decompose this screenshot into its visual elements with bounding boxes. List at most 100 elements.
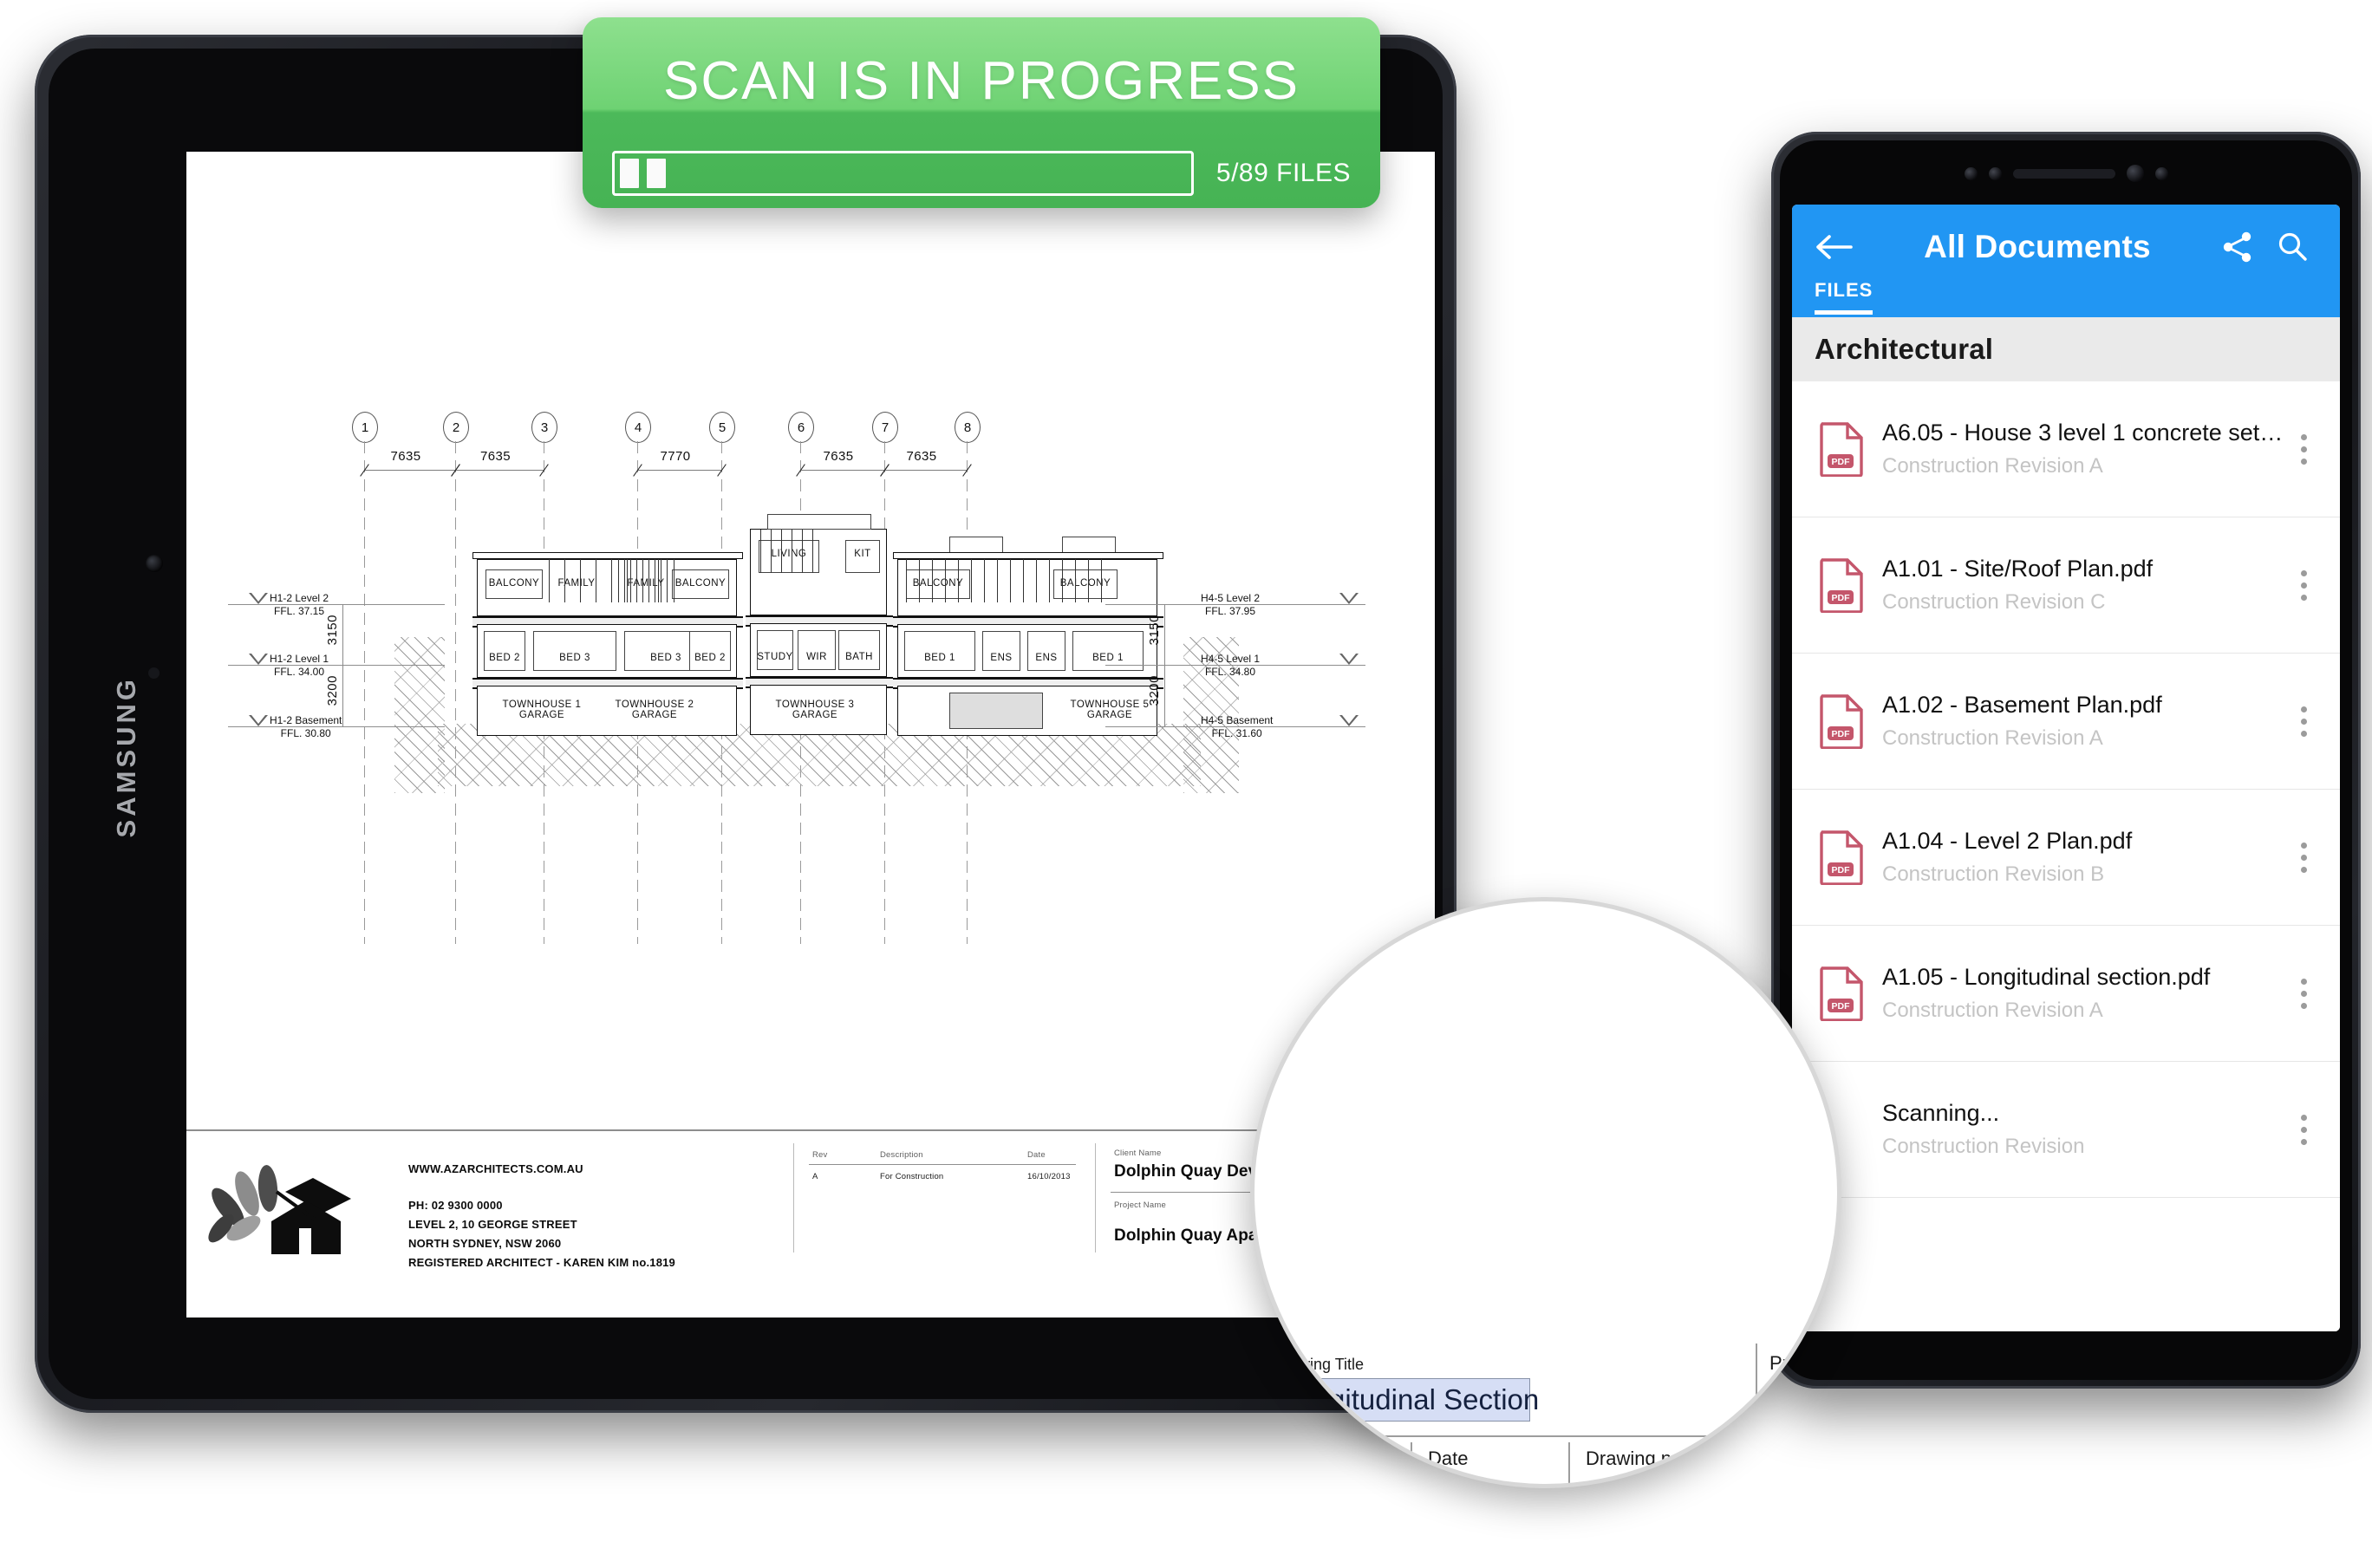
tab-bar: FILES — [1815, 279, 1873, 315]
mag-date-value[interactable]: 01/10/2019 — [1424, 1487, 1554, 1488]
dimension-line — [884, 470, 967, 471]
document-list[interactable]: PDF A6.05 - House 3 level 1 concrete seto… — [1792, 381, 2340, 1331]
progress-segment — [620, 159, 639, 188]
room-label: TOWNHOUSE 1 GARAGE — [502, 699, 582, 720]
ens-right — [1027, 631, 1065, 671]
room-label: BALCONY — [674, 578, 727, 589]
overflow-menu-icon[interactable] — [2286, 569, 2321, 601]
room-label: BED 2 — [694, 653, 726, 663]
vertical-dimension-line — [342, 604, 343, 665]
level-marker-icon — [1339, 593, 1359, 604]
document-list-item[interactable]: PDF A1.02 - Basement Plan.pdf Construction… — [1792, 654, 2340, 790]
drawing-title-block: WWW.AZARCHITECTS.COM.AU PH: 02 9300 0000… — [186, 1129, 1435, 1318]
phone-front-camera-icon — [2126, 165, 2144, 182]
architect-logo — [202, 1152, 384, 1256]
document-name: A1.01 - Site/Roof Plan.pdf — [1882, 555, 2154, 582]
window-mullion — [1075, 559, 1077, 602]
document-name: A1.02 - Basement Plan.pdf — [1882, 691, 2162, 718]
mag-drawing-title-label: Drawing Title — [1274, 1356, 1365, 1373]
mag-issue-value[interactable]: A — [1768, 1487, 1813, 1488]
app-bar-row: All Documents — [1792, 220, 2340, 274]
level-label: H1-2 Level 2 FFL. 37.15 — [270, 592, 329, 617]
study-room — [757, 630, 793, 670]
room-label: TOWNHOUSE 3 GARAGE — [775, 699, 855, 720]
document-list-item[interactable]: PDF A1.04 - Level 2 Plan.pdf Construction … — [1792, 790, 2340, 926]
level-datum-line — [228, 604, 445, 605]
grid-line — [364, 441, 365, 944]
level-label: H4-5 Basement FFL. 31.60 — [1201, 714, 1274, 739]
garage-door — [949, 693, 1043, 729]
document-text-block: A6.05 - House 3 level 1 concrete setout C… — [1882, 419, 2286, 480]
vertical-dimension-line — [1164, 665, 1165, 726]
window-mullion — [919, 559, 921, 602]
dimension-label: 7770 — [660, 449, 691, 464]
window-mullion — [760, 530, 762, 573]
room-label: BED 3 — [559, 653, 590, 663]
architect-registration: REGISTERED ARCHITECT - KAREN KIM no.1819 — [408, 1256, 675, 1269]
overflow-menu-icon[interactable] — [2286, 842, 2321, 873]
document-list-item[interactable]: PDF A1.05 - Longitudinal section.pdf Const… — [1792, 926, 2340, 1062]
architect-website: WWW.AZARCHITECTS.COM.AU — [408, 1162, 583, 1175]
mag-divider-date-drawingno — [1568, 1442, 1570, 1484]
window-mullion — [771, 530, 772, 573]
document-list-item[interactable]: PDF A6.05 - House 3 level 1 concrete seto… — [1792, 381, 2340, 517]
scan-progress-banner: SCAN IS IN PROGRESS 5/89 FILES — [583, 17, 1380, 208]
grid-bubble: 1 — [352, 412, 378, 443]
phone-screen[interactable]: All Documents FILES Architectural PDF A6… — [1792, 205, 2340, 1331]
search-icon[interactable] — [2276, 231, 2317, 264]
parapet-right — [893, 552, 1163, 559]
level-datum-line — [228, 665, 445, 666]
document-revision: Construction Revision A — [1882, 726, 2103, 751]
window-mullion — [648, 559, 650, 602]
level-marker-icon — [249, 715, 268, 726]
window-mullion — [658, 559, 660, 602]
share-icon[interactable] — [2220, 230, 2267, 264]
window-mullion — [624, 559, 626, 602]
back-arrow-icon[interactable] — [1815, 232, 1854, 262]
level-label: H1-2 Basement FFL. 30.80 — [270, 714, 342, 739]
overflow-menu-icon[interactable] — [2286, 706, 2321, 737]
parapet-left — [472, 552, 743, 559]
grid-bubble: 8 — [955, 412, 981, 443]
document-text-block: A1.02 - Basement Plan.pdf Construction Re… — [1882, 691, 2286, 752]
phone-iris-sensor-icon — [2154, 166, 2168, 180]
document-name: A1.04 - Level 2 Plan.pdf — [1882, 827, 2133, 854]
bed2-left — [484, 631, 525, 671]
level-marker-icon — [249, 654, 268, 665]
bed3-left — [533, 631, 616, 671]
tab-files[interactable]: FILES — [1815, 279, 1873, 315]
window-mullion — [984, 559, 986, 602]
tablet-screen[interactable]: 1 2 3 4 5 6 7 8 7635 7635 7770 7635 7635 BALCONY FAMI… — [186, 152, 1435, 1318]
mag-drawing-title-value[interactable]: Longitudinal Section — [1272, 1378, 1539, 1422]
overflow-menu-icon[interactable] — [2286, 978, 2321, 1009]
svg-text:PDF: PDF — [1832, 1001, 1851, 1012]
mag-project-no-value: A12138 — [1775, 1385, 1841, 1411]
pdf-file-icon: PDF — [1818, 966, 1865, 1021]
room-label: TOWNHOUSE 5 GARAGE — [1070, 699, 1150, 720]
document-revision: Construction Revision A — [1882, 454, 2103, 478]
rev-header-date: Date — [1027, 1150, 1046, 1160]
phone-top-sensors — [1771, 151, 2361, 196]
room-label: ENS — [990, 653, 1013, 663]
mag-drawing-no-value[interactable]: A 1.05 — [1584, 1487, 1678, 1488]
drawing-sheet[interactable]: 1 2 3 4 5 6 7 8 7635 7635 7770 7635 7635 BALCONY FAMI… — [186, 152, 1435, 1318]
dimension-label: 7635 — [480, 449, 511, 464]
document-list-item[interactable]: PDF A1.01 - Site/Roof Plan.pdf Constructio… — [1792, 517, 2340, 654]
overflow-menu-icon[interactable] — [2286, 1114, 2321, 1145]
scan-status-title: SCAN IS IN PROGRESS — [663, 51, 1300, 111]
window-mullion — [627, 559, 629, 602]
architect-phone: PH: 02 9300 0000 — [408, 1199, 503, 1212]
phone-proximity-icon — [1988, 166, 2002, 180]
document-text-block: A1.01 - Site/Roof Plan.pdf Construction R… — [1882, 555, 2286, 616]
vertical-dimension-line — [342, 665, 343, 726]
svg-text:PDF: PDF — [1832, 865, 1851, 875]
document-list-item[interactable]: Scanning... Construction Revision — [1792, 1062, 2340, 1198]
overflow-menu-icon[interactable] — [2286, 433, 2321, 465]
mag-project-no-label: Project No. — [1769, 1352, 1837, 1374]
document-revision: Construction Revision A — [1882, 999, 2103, 1023]
scan-files-count: 5/89 FILES — [1215, 159, 1351, 187]
level-marker-icon — [249, 593, 268, 604]
grid-line — [455, 441, 456, 944]
scan-progress-row: 5/89 FILES — [612, 149, 1351, 198]
room-label: ENS — [1035, 653, 1058, 663]
